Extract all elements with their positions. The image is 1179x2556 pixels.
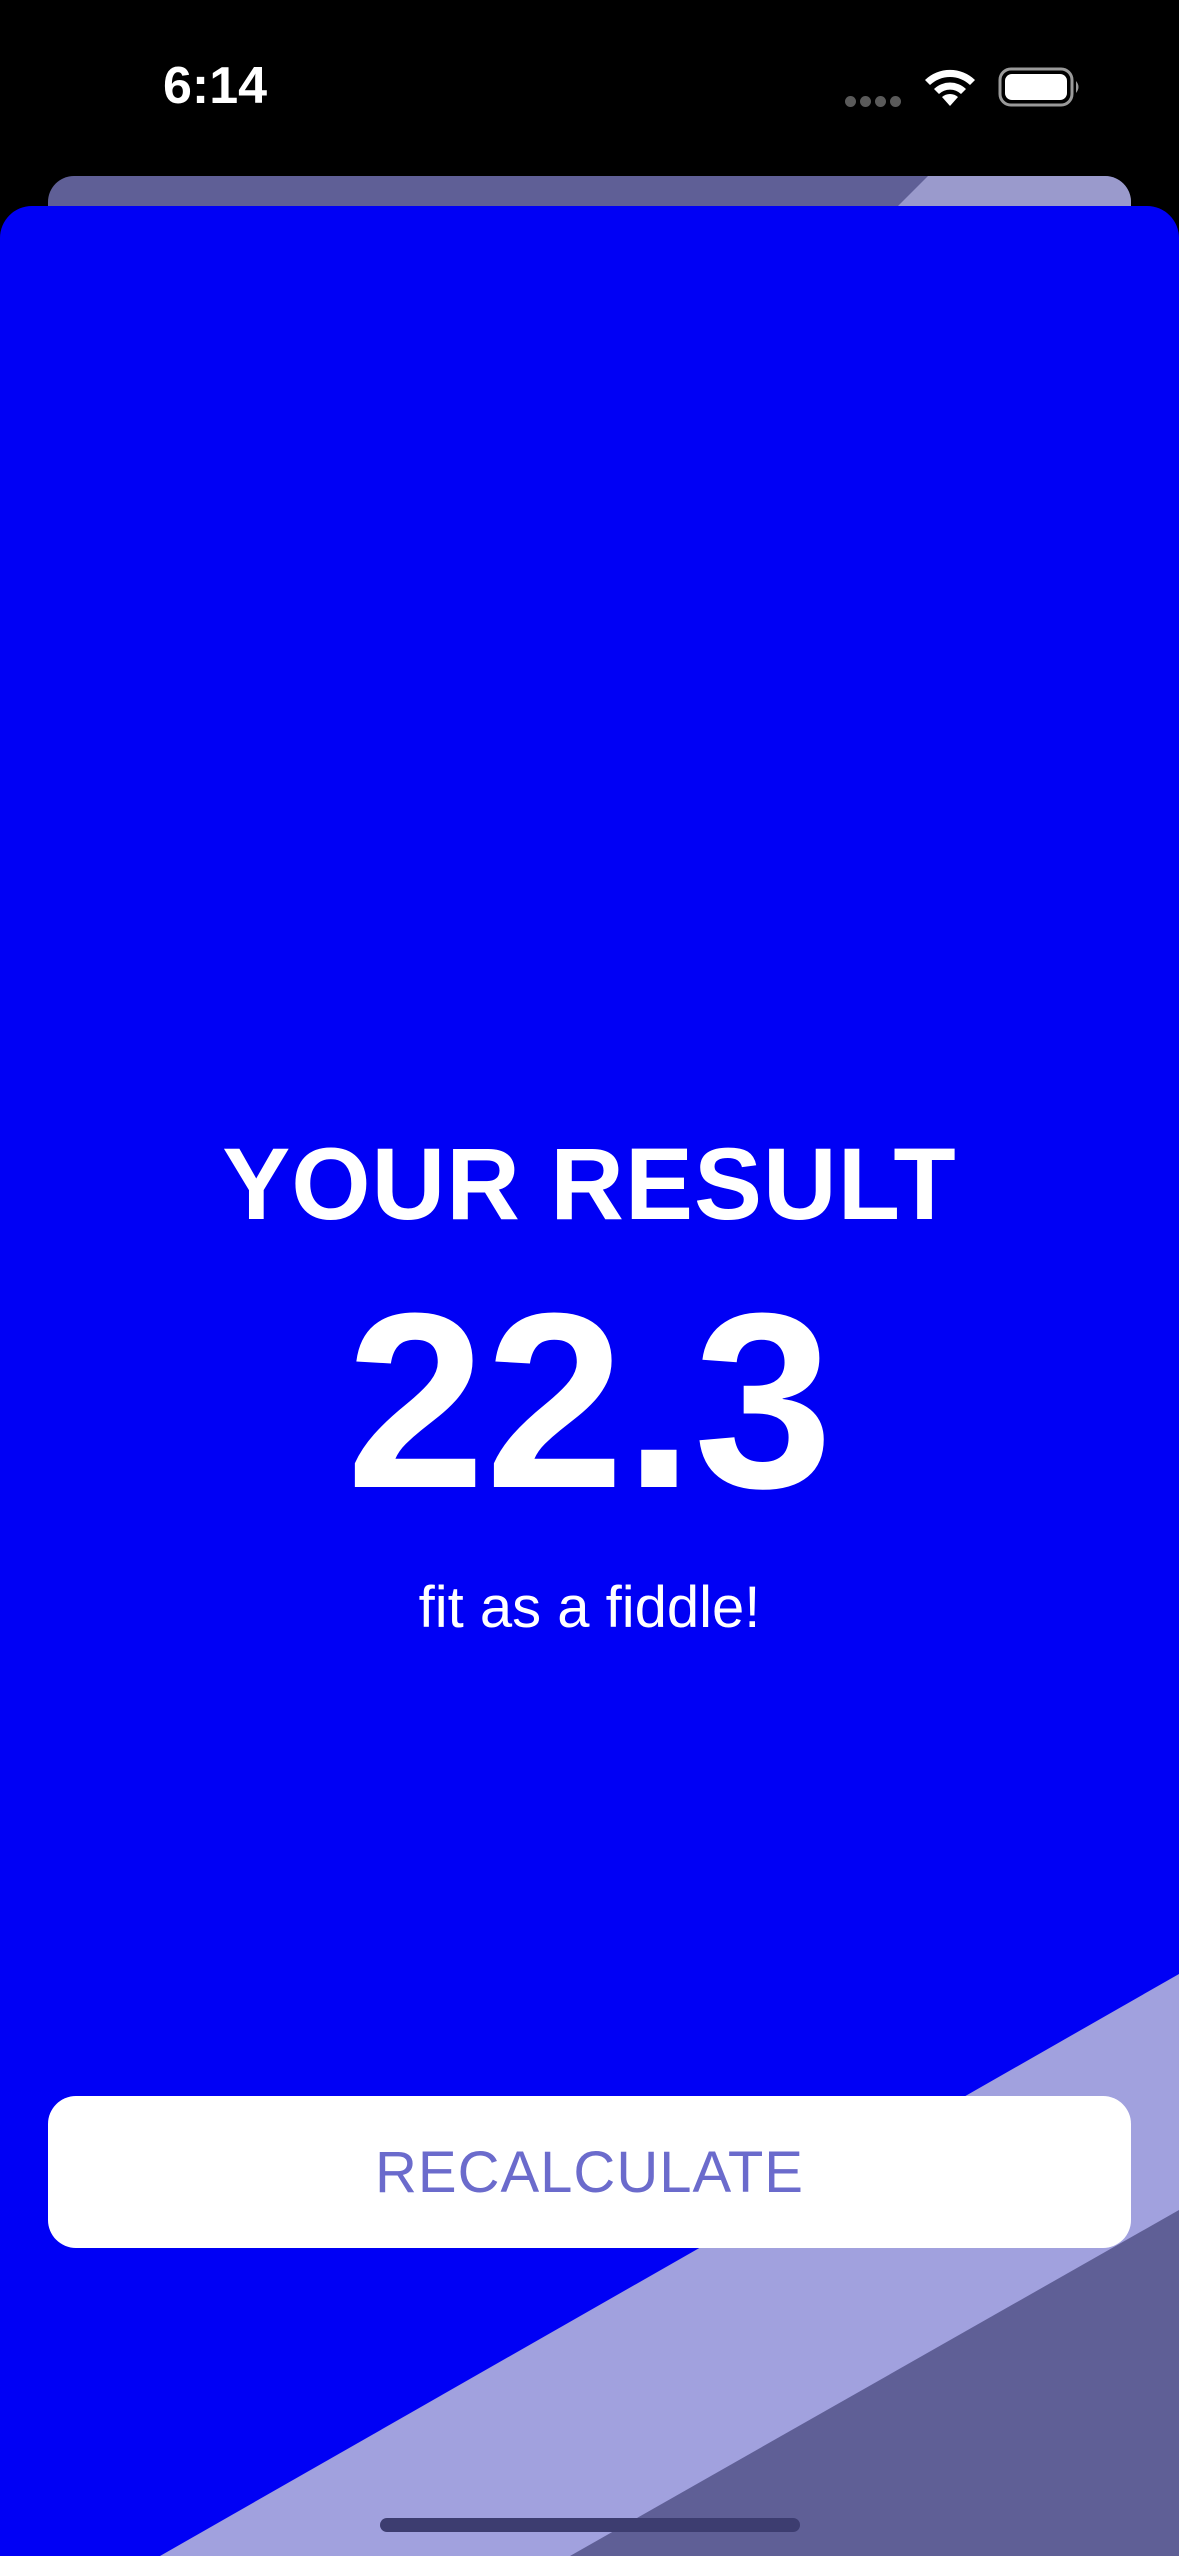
status-bar: 6:14	[0, 0, 1179, 170]
status-time: 6:14	[163, 57, 268, 115]
recalculate-label: RECALCULATE	[375, 2139, 804, 2205]
home-indicator	[380, 2518, 800, 2532]
bmi-value: 22.3	[346, 1261, 833, 1540]
result-heading: YOUR RESULT	[222, 1127, 957, 1241]
wifi-icon	[925, 69, 975, 106]
recalculate-button[interactable]: RECALCULATE	[48, 2096, 1131, 2248]
result-screen: 6:14 YOUR RESULT 22.3 fit as a fiddle! R…	[0, 0, 1179, 2556]
cellular-dots-icon	[845, 94, 905, 107]
battery-icon	[998, 67, 1079, 107]
result-card: YOUR RESULT 22.3 fit as a fiddle! RECALC…	[0, 206, 1179, 2556]
result-message: fit as a fiddle!	[418, 1575, 761, 1640]
